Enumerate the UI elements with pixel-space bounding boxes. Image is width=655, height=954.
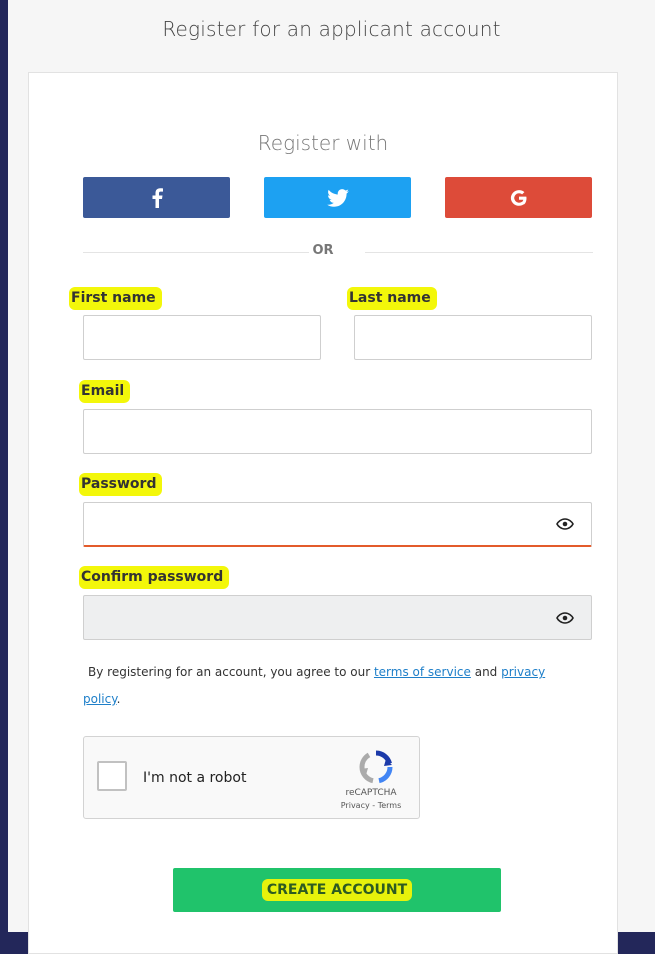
page-title: Register for an applicant account bbox=[162, 17, 501, 41]
recaptcha-label: I'm not a robot bbox=[143, 770, 247, 786]
terms-middle: and bbox=[470, 665, 502, 679]
terms-of-service-link[interactable]: terms of service bbox=[374, 665, 471, 679]
confirm-password-field[interactable] bbox=[83, 595, 592, 640]
eye-icon[interactable] bbox=[556, 518, 574, 530]
google-icon bbox=[510, 189, 526, 206]
last-name-label: Last name bbox=[347, 287, 437, 310]
recaptcha-icon bbox=[359, 750, 393, 784]
recaptcha-checkbox[interactable] bbox=[97, 761, 127, 791]
terms-suffix: . bbox=[116, 692, 121, 706]
email-field[interactable] bbox=[83, 409, 592, 454]
registration-card: Register with OR First name Last name Em… bbox=[28, 72, 618, 954]
recaptcha-widget: I'm not a robot reCAPTCHA Privacy - Term… bbox=[83, 736, 420, 819]
recaptcha-links[interactable]: Privacy - Terms bbox=[326, 801, 416, 810]
register-with-heading: Register with bbox=[257, 131, 389, 155]
facebook-button[interactable] bbox=[83, 177, 230, 218]
or-divider: OR bbox=[312, 243, 334, 258]
recaptcha-brand: reCAPTCHA bbox=[345, 788, 397, 798]
terms-prefix: By registering for an account, you agree… bbox=[88, 665, 374, 679]
divider-line-right bbox=[365, 252, 593, 253]
first-name-field[interactable] bbox=[83, 315, 321, 360]
twitter-icon bbox=[326, 188, 349, 207]
facebook-icon bbox=[152, 187, 163, 208]
create-account-button[interactable]: CREATE ACCOUNT bbox=[173, 868, 501, 912]
first-name-label: First name bbox=[69, 287, 162, 310]
password-field[interactable] bbox=[83, 502, 592, 547]
terms-text: By registering for an account, you agree… bbox=[83, 659, 583, 713]
google-button[interactable] bbox=[445, 177, 592, 218]
last-name-field[interactable] bbox=[354, 315, 592, 360]
email-label: Email bbox=[79, 380, 131, 403]
twitter-button[interactable] bbox=[264, 177, 411, 218]
eye-icon[interactable] bbox=[556, 611, 574, 624]
page-background: Register for an applicant account Regist… bbox=[8, 0, 655, 954]
create-account-label: CREATE ACCOUNT bbox=[261, 879, 413, 901]
confirm-password-label: Confirm password bbox=[79, 566, 230, 589]
password-label: Password bbox=[79, 473, 163, 496]
